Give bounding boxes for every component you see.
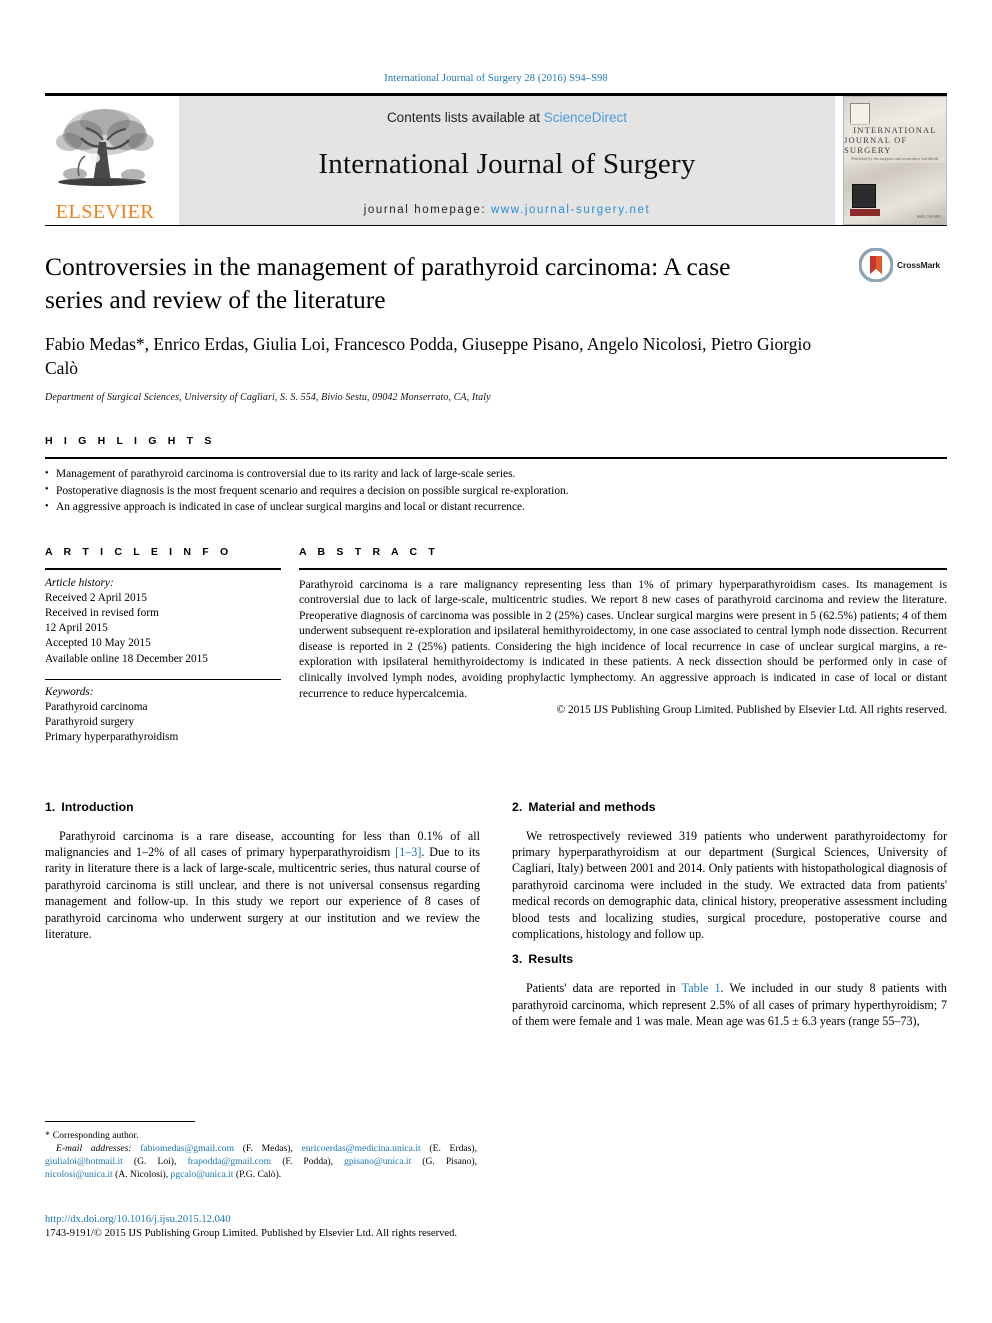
- highlights-list: Management of parathyroid carcinoma is c…: [45, 459, 947, 516]
- cover-subtitle: Published by the surgeons and researcher…: [851, 157, 939, 161]
- elsevier-wordmark: ELSEVIER: [55, 201, 155, 223]
- section-title: Results: [528, 952, 574, 967]
- crossmark-label: CrossMark: [897, 260, 941, 270]
- title-block: Controversies in the management of parat…: [45, 226, 947, 403]
- cover-title-band: INTERNATIONAL JOURNAL OF SURGERY Publish…: [844, 123, 946, 163]
- sciencedirect-link[interactable]: ScienceDirect: [544, 110, 627, 125]
- keyword-item: Parathyroid carcinoma: [45, 700, 148, 713]
- keyword-item: Parathyroid surgery: [45, 716, 135, 729]
- email-owner: (G. Pisano): [422, 1156, 475, 1167]
- citation-link[interactable]: [1–3]: [395, 845, 421, 859]
- list-item: Management of parathyroid carcinoma is c…: [45, 466, 947, 483]
- corresponding-author-label: Corresponding author.: [52, 1130, 139, 1141]
- history-item: 12 April 2015: [45, 622, 108, 635]
- email-link[interactable]: gpisano@unica.it: [344, 1156, 411, 1167]
- journal-masthead: ELSEVIER Contents lists available at Sci…: [45, 93, 947, 225]
- author-list: Fabio Medas*, Enrico Erdas, Giulia Loi, …: [45, 334, 812, 378]
- footnote-block: * Corresponding author. E-mail addresses:…: [45, 1121, 477, 1181]
- running-head: International Journal of Surgery 28 (201…: [384, 73, 608, 84]
- highlights-heading: H I G H L I G H T S: [45, 435, 216, 447]
- info-abstract-row: A R T I C L E I N F O Article history: R…: [45, 546, 947, 746]
- homepage-prefix: journal homepage:: [363, 204, 491, 216]
- article-info-section: A R T I C L E I N F O Article history: R…: [45, 546, 281, 746]
- email-link[interactable]: giulialoi@hotmail.it: [45, 1156, 123, 1167]
- column-left: 1. Introduction Parathyroid carcinoma is …: [45, 800, 480, 1040]
- cover-publisher-logo-icon: [850, 103, 870, 125]
- email-owner: (F. Medas): [242, 1143, 291, 1154]
- homepage-link[interactable]: www.journal-surgery.net: [491, 204, 650, 216]
- journal-homepage-line: journal homepage: www.journal-surgery.ne…: [364, 204, 651, 216]
- email-addresses-note: E-mail addresses: fabiomedas@gmail.com (…: [45, 1143, 478, 1180]
- email-link[interactable]: nicolosi@unica.it: [45, 1169, 113, 1180]
- article-history-block: Article history: Received 2 April 2015 R…: [45, 570, 281, 667]
- introduction-paragraph: Parathyroid carcinoma is a rare disease,…: [45, 828, 480, 943]
- cover-title-line-1: INTERNATIONAL: [853, 125, 937, 135]
- elsevier-logo: ELSEVIER: [45, 96, 165, 225]
- article-info-heading: A R T I C L E I N F O: [45, 545, 233, 558]
- masthead-center-panel: Contents lists available at ScienceDirec…: [179, 96, 835, 225]
- section-heading-introduction: 1. Introduction: [45, 800, 480, 814]
- asterisk-icon: *: [45, 1130, 50, 1141]
- section-number: 3.: [512, 952, 523, 967]
- history-item: Accepted 10 May 2015: [45, 637, 151, 650]
- issn-copyright-line: 1743-9191/© 2015 IJS Publishing Group Li…: [45, 1228, 458, 1239]
- cover-title-line-2: JOURNAL OF SURGERY: [844, 135, 908, 155]
- email-owner: (P.G. Calò): [235, 1169, 279, 1180]
- cover-crest-ribbon: [850, 209, 880, 216]
- email-owner: (G. Loi): [133, 1156, 174, 1167]
- crossmark-icon: [859, 248, 893, 282]
- list-item: An aggressive approach is indicated in c…: [45, 499, 947, 516]
- table-1-link[interactable]: Table 1: [682, 981, 721, 995]
- page-title: Controversies in the management of parat…: [45, 252, 731, 314]
- corresponding-author-note: * Corresponding author.: [45, 1129, 477, 1142]
- abstract-heading: A B S T R A C T: [299, 545, 439, 558]
- section-number: 2.: [512, 799, 523, 814]
- email-link[interactable]: pgcalo@unica.it: [171, 1169, 234, 1180]
- highlights-section: H I G H L I G H T S Management of parath…: [45, 435, 947, 516]
- section-number: 1.: [45, 799, 56, 814]
- keyword-item: Primary hyperparathyroidism: [45, 731, 179, 744]
- keywords-label: Keywords:: [45, 685, 94, 698]
- abstract-text: Parathyroid carcinoma is a rare malignan…: [299, 577, 947, 700]
- history-item: Received 2 April 2015: [45, 591, 147, 604]
- abstract-copyright: © 2015 IJS Publishing Group Limited. Pub…: [556, 704, 947, 717]
- email-owner: (E. Erdas): [429, 1143, 475, 1154]
- journal-cover-thumbnail: INTERNATIONAL JOURNAL OF SURGERY Publish…: [843, 96, 947, 225]
- affiliation: Department of Surgical Sciences, Univers…: [45, 392, 491, 403]
- contents-available-line: Contents lists available at ScienceDirec…: [387, 110, 627, 125]
- elsevier-tree-icon: [56, 109, 154, 186]
- email-link[interactable]: fabiomedas@gmail.com: [140, 1143, 234, 1154]
- intro-text-b: . Due to its rarity in literature there …: [45, 844, 481, 941]
- section-title: Material and methods: [528, 799, 656, 814]
- column-right: 2. Material and methods We retrospectivel…: [512, 800, 947, 1040]
- body-columns: 1. Introduction Parathyroid carcinoma is …: [45, 800, 947, 1040]
- crossmark-badge[interactable]: CrossMark: [859, 248, 947, 282]
- email-owner: (F. Podda): [282, 1156, 331, 1167]
- cover-crest-icon: [852, 184, 876, 208]
- history-item: Available online 18 December 2015: [45, 652, 208, 665]
- email-owner: (A. Nicolosi): [115, 1169, 166, 1180]
- material-methods-paragraph: We retrospectively reviewed 319 patients…: [512, 828, 947, 941]
- section-heading-material-methods: 2. Material and methods: [512, 800, 947, 814]
- email-link[interactable]: enricoerdas@medicina.unica.it: [302, 1143, 421, 1154]
- journal-title: International Journal of Surgery: [318, 148, 696, 180]
- section-heading-results: 3. Results: [512, 952, 947, 966]
- results-paragraph: Patients' data are reported in Table 1. …: [512, 980, 947, 1029]
- email-link[interactable]: frapodda@gmail.com: [187, 1156, 271, 1167]
- keywords-block: Keywords: Parathyroid carcinoma Parathyr…: [45, 680, 281, 746]
- results-text-a: Patients' data are reported in: [526, 981, 682, 996]
- article-history-label: Article history:: [45, 576, 114, 589]
- contents-prefix: Contents lists available at: [386, 110, 544, 125]
- doi-block: http://dx.doi.org/10.1016/j.ijsu.2015.12…: [45, 1213, 645, 1241]
- list-item: Postoperative diagnosis is the most freq…: [45, 482, 947, 500]
- section-title: Introduction: [61, 799, 134, 814]
- abstract-section: A B S T R A C T Parathyroid carcinoma is…: [299, 546, 947, 746]
- footnote-rule: [45, 1121, 195, 1122]
- email-label: E-mail addresses:: [56, 1143, 132, 1154]
- paper-page: International Journal of Surgery 28 (201…: [0, 0, 992, 1323]
- doi-link[interactable]: http://dx.doi.org/10.1016/j.ijsu.2015.12…: [45, 1213, 645, 1227]
- cover-issn: ISSN 1743-9191: [916, 215, 941, 219]
- history-item: Received in revised form: [45, 606, 159, 619]
